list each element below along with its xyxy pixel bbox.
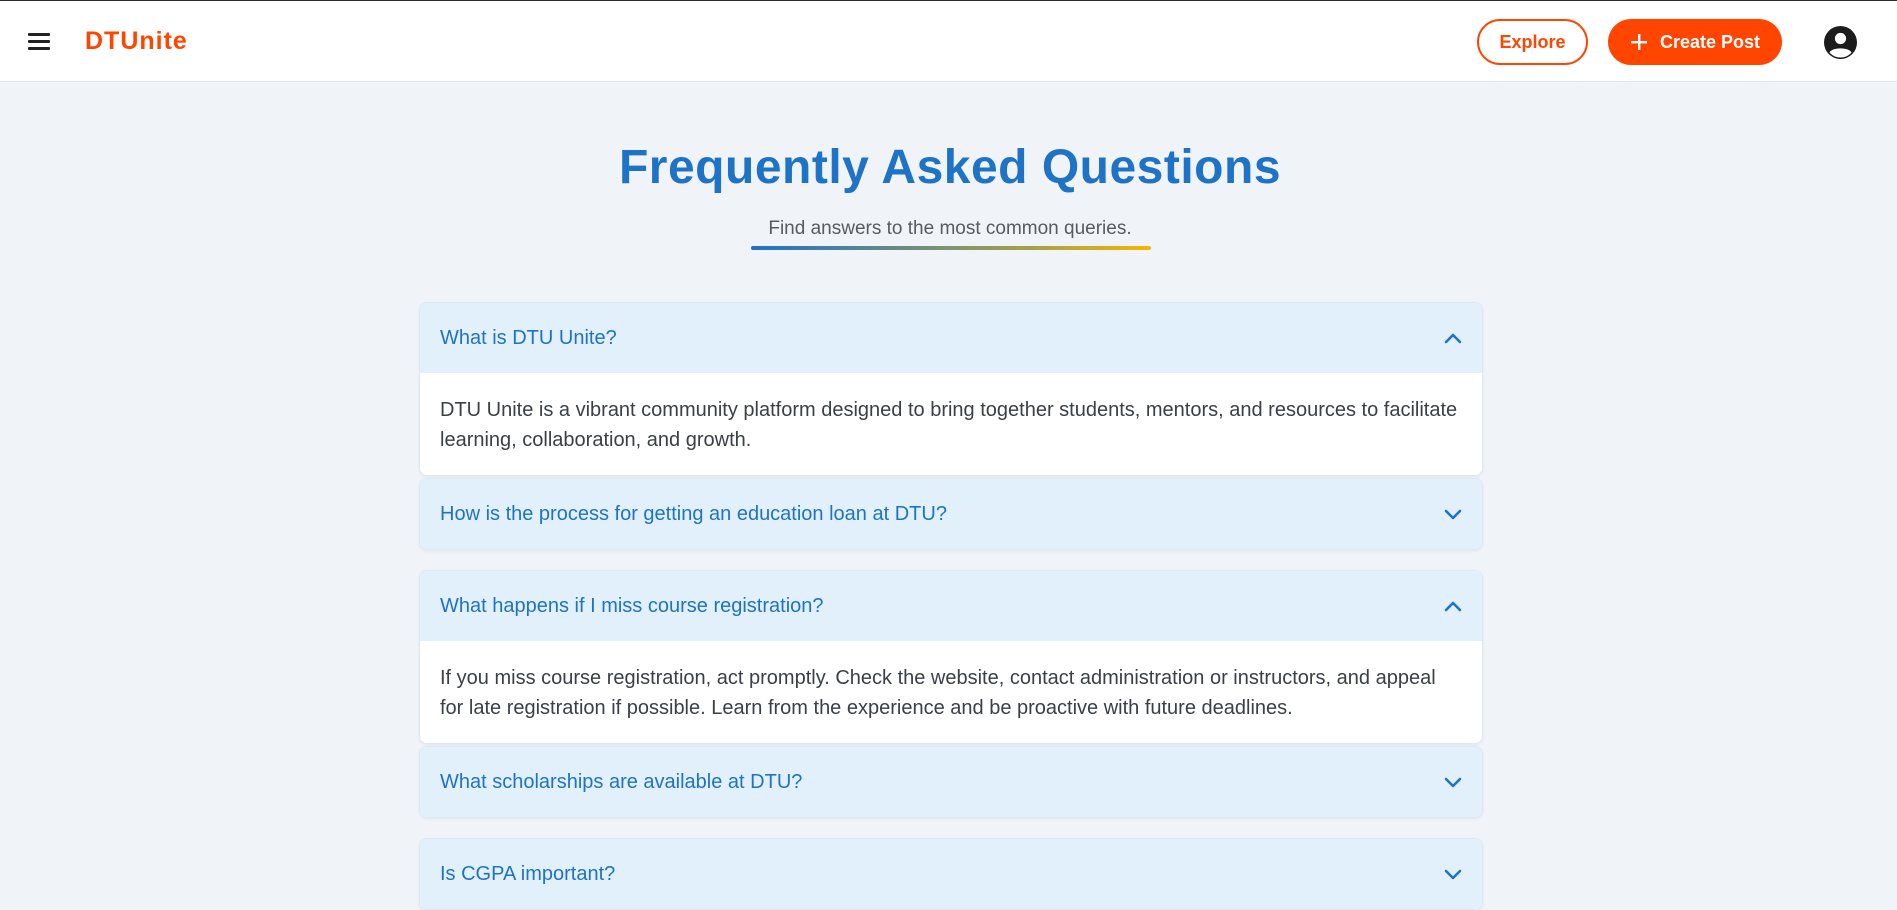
faq-item: How is the process for getting an educat… (419, 478, 1483, 550)
chevron-down-icon (1444, 869, 1462, 880)
chevron-up-icon (1444, 333, 1462, 344)
chevron-up-icon (1444, 601, 1462, 612)
faq-item: What happens if I miss course registrati… (419, 570, 1483, 744)
create-post-button[interactable]: Create Post (1608, 19, 1782, 65)
faq-answer: DTU Unite is a vibrant community platfor… (420, 373, 1482, 475)
faq-question-toggle[interactable]: What happens if I miss course registrati… (420, 571, 1482, 641)
create-post-button-label: Create Post (1659, 31, 1761, 52)
menu-icon[interactable] (24, 28, 54, 54)
faq-question-text: Is CGPA important? (440, 862, 616, 885)
faq-question-toggle[interactable]: What scholarships are available at DTU? (420, 747, 1482, 817)
chevron-down-icon (1444, 777, 1462, 788)
faq-question-text: What scholarships are available at DTU? (440, 770, 803, 793)
faq-question-toggle[interactable]: How is the process for getting an educat… (420, 479, 1482, 549)
explore-button[interactable]: Explore (1477, 19, 1588, 65)
faq-item: What scholarships are available at DTU? (419, 746, 1483, 818)
page-subtitle: Find answers to the most common queries. (768, 218, 1132, 239)
faq-question-text: What is DTU Unite? (440, 326, 617, 349)
top-navbar: DTUnite Explore Create Post (0, 0, 1897, 82)
faq-question-toggle[interactable]: Is CGPA important? (420, 839, 1482, 909)
faq-question-toggle[interactable]: What is DTU Unite? (420, 303, 1482, 373)
faq-item: Is CGPA important? (419, 838, 1483, 910)
faq-accordion: What is DTU Unite? DTU Unite is a vibran… (419, 302, 1483, 910)
faq-answer: If you miss course registration, act pro… (420, 641, 1482, 743)
subtitle-underline (751, 246, 1151, 250)
page-title: Frequently Asked Questions (618, 141, 1282, 194)
brand-logo[interactable]: DTUnite (85, 27, 188, 56)
faq-item: What is DTU Unite? DTU Unite is a vibran… (419, 302, 1483, 476)
faq-question-text: How is the process for getting an educat… (440, 502, 947, 525)
plus-icon (1630, 34, 1647, 50)
account-circle-icon[interactable] (1823, 25, 1858, 60)
explore-button-label: Explore (1499, 31, 1566, 52)
faq-question-text: What happens if I miss course registrati… (440, 594, 824, 617)
chevron-down-icon (1444, 509, 1462, 520)
